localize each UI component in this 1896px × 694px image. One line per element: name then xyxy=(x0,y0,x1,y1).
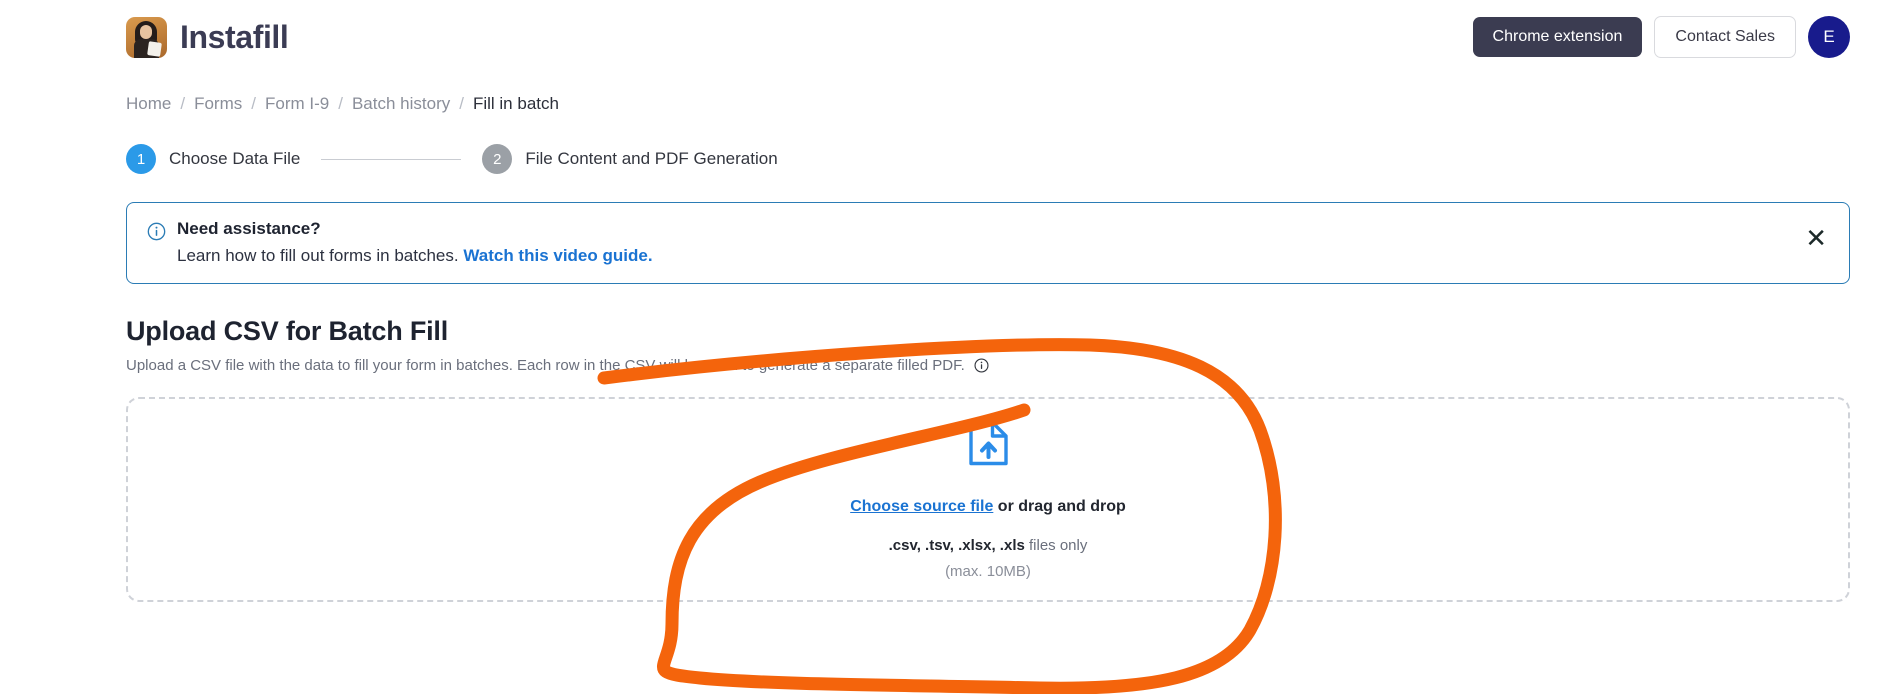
breadcrumb-item-fill-in-batch: Fill in batch xyxy=(472,94,559,113)
breadcrumb: Home / Forms / Form I-9 / Batch history … xyxy=(126,94,1850,114)
step-label-2: File Content and PDF Generation xyxy=(525,149,778,168)
info-circle-icon[interactable] xyxy=(974,358,989,373)
contact-sales-button[interactable]: Contact Sales xyxy=(1654,16,1796,58)
choose-source-file-link[interactable]: Choose source file xyxy=(850,498,993,515)
stepper: 1 Choose Data File 2 File Content and PD… xyxy=(126,144,1850,174)
assistance-banner: Need assistance? Learn how to fill out f… xyxy=(126,202,1850,284)
app-header: Instafill Chrome extension Contact Sales… xyxy=(0,0,1896,74)
breadcrumb-separator: / xyxy=(459,94,464,113)
info-circle-icon xyxy=(147,222,166,246)
assistance-banner-body: Need assistance? Learn how to fill out f… xyxy=(177,219,1787,266)
instafill-avatar-logo-icon xyxy=(126,16,167,58)
drag-and-drop-text: or drag and drop xyxy=(997,498,1126,515)
breadcrumb-separator: / xyxy=(180,94,186,113)
chrome-extension-button[interactable]: Chrome extension xyxy=(1472,17,1643,57)
video-guide-link[interactable]: Watch this video guide. xyxy=(463,246,652,265)
upload-description-text: Upload a CSV file with the data to fill … xyxy=(126,357,965,374)
dropzone-file-types-suffix: files only xyxy=(1029,537,1088,554)
file-dropzone[interactable]: Choose source file or drag and drop .csv… xyxy=(126,397,1850,602)
header-actions: Chrome extension Contact Sales E xyxy=(1472,16,1850,58)
breadcrumb-item-home[interactable]: Home xyxy=(126,94,171,114)
avatar[interactable]: E xyxy=(1808,16,1850,58)
dropzone-max-size: (max. 10MB) xyxy=(945,563,1031,580)
close-icon[interactable]: ✕ xyxy=(1805,225,1827,251)
step-number-2: 2 xyxy=(482,144,513,174)
step-number-1: 1 xyxy=(126,144,156,174)
file-upload-icon xyxy=(968,419,1009,472)
step-choose-data-file[interactable]: 1 Choose Data File xyxy=(126,144,300,174)
brand[interactable]: Instafill xyxy=(126,16,289,58)
assistance-banner-text: Learn how to fill out forms in batches. … xyxy=(177,246,1787,266)
brand-name: Instafill xyxy=(180,18,289,55)
assistance-banner-message: Learn how to fill out forms in batches. xyxy=(177,246,459,265)
breadcrumb-separator: / xyxy=(338,94,343,113)
assistance-banner-title: Need assistance? xyxy=(177,219,321,238)
dropzone-primary-text: Choose source file or drag and drop xyxy=(850,498,1126,516)
step-file-content-pdf-generation[interactable]: 2 File Content and PDF Generation xyxy=(482,144,778,174)
stepper-connector xyxy=(321,158,462,160)
breadcrumb-item-forms[interactable]: Forms xyxy=(194,94,242,114)
step-label-1: Choose Data File xyxy=(169,149,301,168)
breadcrumb-item-form-i9[interactable]: Form I-9 xyxy=(265,94,329,114)
dropzone-file-types-list: .csv, .tsv, .xlsx, .xls xyxy=(888,537,1025,554)
dropzone-file-types: .csv, .tsv, .xlsx, .xls files only xyxy=(889,537,1088,554)
breadcrumb-separator: / xyxy=(251,94,256,113)
page-title: Upload CSV for Batch Fill xyxy=(126,316,449,346)
upload-description: Upload a CSV file with the data to fill … xyxy=(126,357,1850,374)
breadcrumb-item-batch-history[interactable]: Batch history xyxy=(352,94,450,114)
page-content: Home / Forms / Form I-9 / Batch history … xyxy=(0,94,1896,602)
